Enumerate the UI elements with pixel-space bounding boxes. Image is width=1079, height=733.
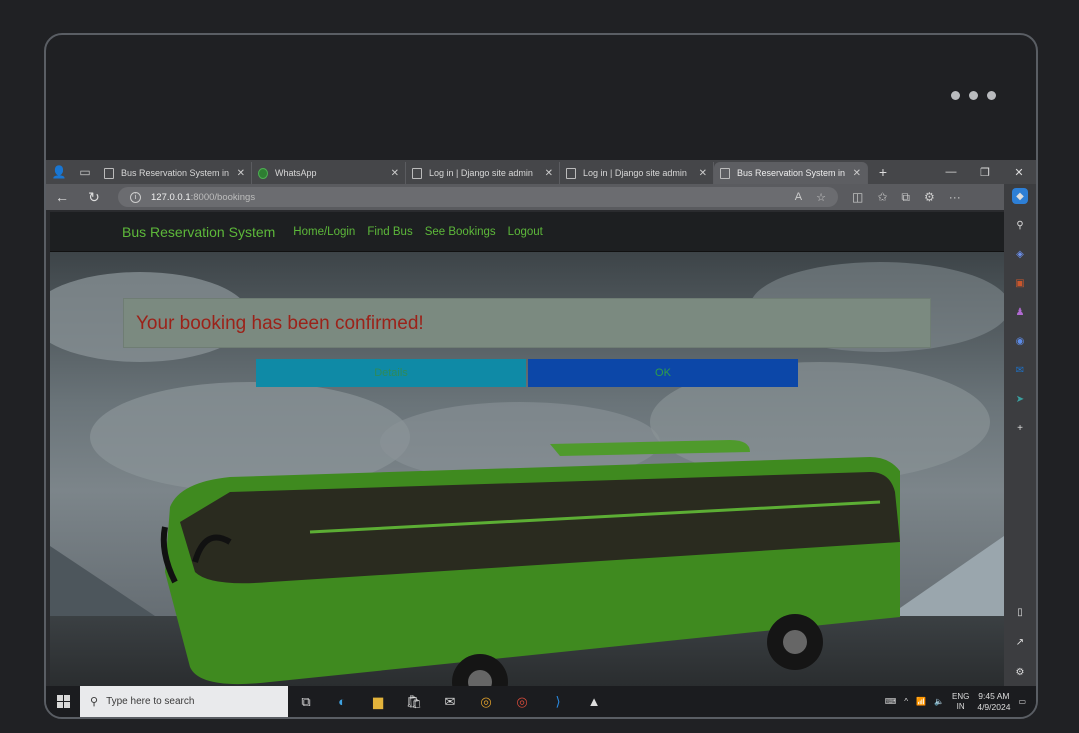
- taskbar-search-input[interactable]: ⚲ Type here to search: [80, 686, 288, 717]
- notification-icon[interactable]: ▭: [1018, 697, 1026, 706]
- page-icon: [104, 167, 114, 179]
- tab-title: Log in | Django site admin: [429, 168, 533, 178]
- device-frame: 👤 ▭ Bus Reservation System in D ✕ WhatsA…: [44, 33, 1038, 719]
- close-tab-icon[interactable]: ✕: [699, 168, 707, 179]
- photos-icon[interactable]: ▲: [576, 686, 612, 717]
- task-view-icon[interactable]: ⧉: [288, 686, 324, 717]
- favorites-icon[interactable]: ✩: [877, 190, 887, 205]
- page-icon: [720, 167, 730, 179]
- refresh-icon[interactable]: ↻: [78, 189, 110, 206]
- clock-date: 4/9/2024: [977, 701, 1011, 712]
- games-icon[interactable]: ♟: [1012, 304, 1028, 320]
- language-code: ENG: [952, 691, 970, 701]
- site-navbar: Bus Reservation System Home/Login Find B…: [50, 212, 1004, 252]
- windows-taskbar: ⚲ Type here to search ⧉ ◐ ▆ 🛍 ✉ ◎ ◎ ⟩ ▲ …: [46, 686, 1036, 717]
- outlook-icon[interactable]: ✉: [1012, 362, 1028, 378]
- info-icon[interactable]: i: [130, 191, 141, 203]
- copilot-icon[interactable]: ◆: [1012, 188, 1028, 204]
- volume-icon[interactable]: 🔈: [934, 697, 944, 706]
- nav-see-bookings[interactable]: See Bookings: [425, 226, 496, 238]
- tab-title: Bus Reservation System in D: [121, 168, 231, 178]
- url-path: :8000/bookings: [190, 191, 256, 203]
- url-host: 127.0.0.1: [151, 191, 191, 203]
- network-icon[interactable]: 📶: [916, 697, 926, 706]
- tab-strip: 👤 ▭ Bus Reservation System in D ✕ WhatsA…: [46, 160, 1036, 184]
- clock[interactable]: 9:45 AM 4/9/2024: [977, 691, 1010, 713]
- split-screen-icon[interactable]: ◫: [852, 190, 863, 205]
- details-button[interactable]: Details: [256, 359, 526, 387]
- sidebar-toggle-icon[interactable]: ▯: [1012, 604, 1028, 620]
- mail-icon[interactable]: ✉: [432, 686, 468, 717]
- drop-icon[interactable]: ➤: [1012, 391, 1028, 407]
- url-field[interactable]: i 127.0.0.1:8000/bookings A ☆: [118, 187, 838, 207]
- browser-tab-3[interactable]: Log in | Django site admin ✕: [406, 162, 560, 184]
- close-tab-icon[interactable]: ✕: [391, 168, 399, 179]
- search-placeholder: Type here to search: [106, 696, 195, 707]
- microsoft365-icon[interactable]: ◉: [1012, 333, 1028, 349]
- restore-icon[interactable]: ❐: [968, 166, 1002, 179]
- address-bar-row: ← ↻ i 127.0.0.1:8000/bookings A ☆ ◫ ✩ ⧉ …: [46, 184, 1036, 210]
- page-icon: [566, 167, 576, 179]
- external-link-icon[interactable]: ↗: [1012, 634, 1028, 650]
- close-tab-icon[interactable]: ✕: [545, 168, 553, 179]
- edge-icon[interactable]: ◐: [324, 686, 360, 717]
- sidebar-settings-icon[interactable]: ⚙: [1012, 664, 1028, 680]
- shopping-icon[interactable]: ◈: [1012, 246, 1028, 262]
- browser-tab-4[interactable]: Log in | Django site admin ✕: [560, 162, 714, 184]
- system-tray: ⌨ ^ 📶 🔈 ENG IN 9:45 AM 4/9/2024 ▭: [885, 691, 1036, 713]
- file-explorer-icon[interactable]: ▆: [360, 686, 396, 717]
- alert-message: Your booking has been confirmed!: [136, 313, 424, 334]
- new-tab-button[interactable]: +: [868, 164, 898, 180]
- search-icon[interactable]: ⚲: [1012, 217, 1028, 233]
- extensions-icon[interactable]: ⚙: [924, 190, 935, 205]
- chrome-icon[interactable]: ◎: [468, 686, 504, 717]
- close-window-icon[interactable]: ✕: [1002, 166, 1036, 179]
- ok-button[interactable]: OK: [528, 359, 798, 387]
- screen: 👤 ▭ Bus Reservation System in D ✕ WhatsA…: [46, 160, 1036, 717]
- store-icon[interactable]: 🛍: [396, 686, 432, 717]
- site-brand[interactable]: Bus Reservation System: [122, 224, 275, 240]
- page-icon: [412, 167, 422, 179]
- nav-logout[interactable]: Logout: [508, 226, 543, 238]
- windows-start-icon[interactable]: [46, 695, 80, 708]
- minimize-icon[interactable]: —: [934, 166, 968, 179]
- search-icon: ⚲: [90, 696, 99, 708]
- tab-actions-icon[interactable]: ▭: [72, 160, 98, 184]
- close-tab-icon[interactable]: ✕: [853, 168, 861, 179]
- booking-confirmed-alert: Your booking has been confirmed!: [123, 298, 931, 348]
- bus-hero-image: Your booking has been confirmed! Details…: [50, 252, 1004, 686]
- close-tab-icon[interactable]: ✕: [237, 168, 245, 179]
- region-code: IN: [956, 701, 965, 711]
- language-indicator[interactable]: ENG IN: [952, 692, 969, 712]
- whatsapp-icon: [258, 167, 268, 179]
- chrome-icon[interactable]: ◎: [504, 686, 540, 717]
- collections-icon[interactable]: ⧉: [901, 190, 910, 205]
- keyboard-icon[interactable]: ⌨: [885, 697, 897, 706]
- clock-time: 9:45 AM: [978, 690, 1010, 701]
- favorite-star-icon[interactable]: ☆: [816, 191, 826, 204]
- vscode-icon[interactable]: ⟩: [540, 686, 576, 717]
- bus-illustration: [160, 440, 900, 686]
- add-sidebar-app-icon[interactable]: +: [1012, 420, 1028, 436]
- tools-icon[interactable]: ▣: [1012, 275, 1028, 291]
- profile-icon[interactable]: 👤: [46, 160, 72, 184]
- nav-find-bus[interactable]: Find Bus: [367, 226, 412, 238]
- edge-sidebar: ◆ ⚲ ◈ ▣ ♟ ◉ ✉ ➤ + ▯ ↗ ⚙: [1004, 184, 1036, 686]
- webpage: Bus Reservation System Home/Login Find B…: [50, 212, 1004, 686]
- browser-tab-5-active[interactable]: Bus Reservation System in D ✕: [714, 162, 868, 184]
- chevron-up-icon[interactable]: ^: [904, 697, 908, 706]
- more-options-icon[interactable]: [951, 91, 996, 100]
- read-aloud-icon[interactable]: A: [795, 191, 802, 204]
- browser-tab-1[interactable]: Bus Reservation System in D ✕: [98, 162, 252, 184]
- tab-title: Log in | Django site admin: [583, 168, 687, 178]
- nav-home-login[interactable]: Home/Login: [293, 226, 355, 238]
- settings-more-icon[interactable]: ···: [949, 190, 961, 205]
- back-icon[interactable]: ←: [46, 189, 78, 205]
- browser-tab-2[interactable]: WhatsApp ✕: [252, 162, 406, 184]
- tab-title: Bus Reservation System in D: [737, 168, 847, 178]
- tab-title: WhatsApp: [275, 168, 317, 178]
